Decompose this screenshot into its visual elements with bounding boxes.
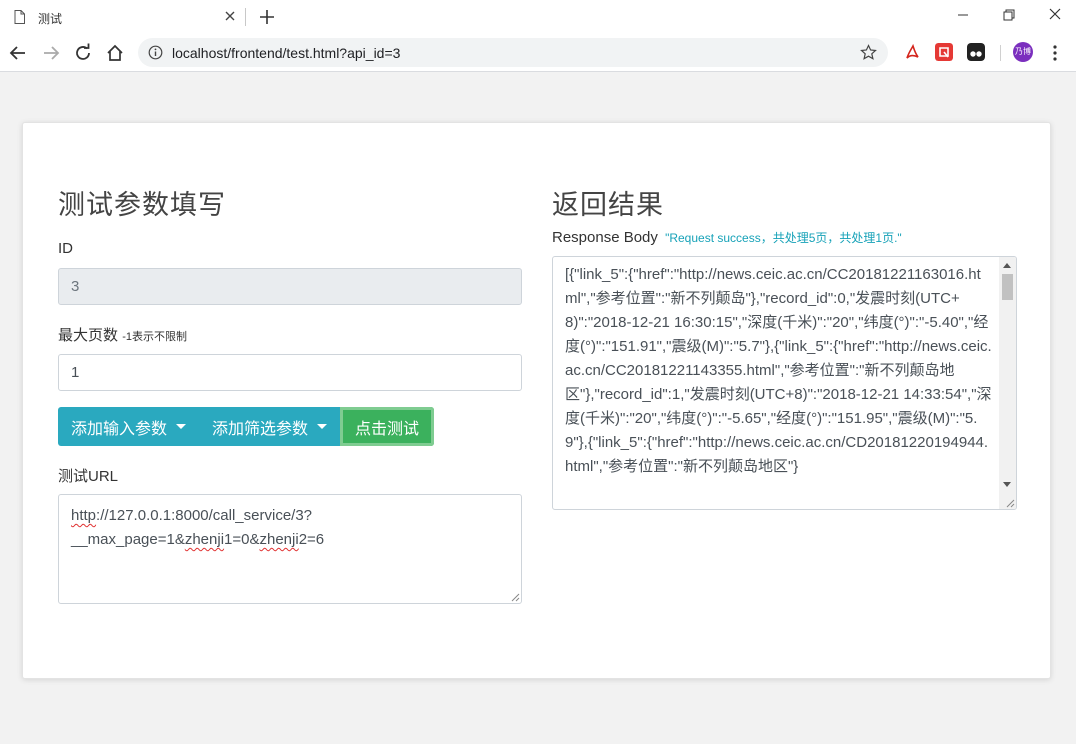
url-query-text: 2=6 [298,531,325,548]
tab-title: 测试 [38,12,63,26]
url-query-text: __max_page=1& [71,531,185,548]
resize-grip-icon[interactable] [1005,498,1015,508]
info-icon[interactable] [148,45,163,60]
test-url-label: 测试URL [58,468,119,485]
max-page-label: 最大页数 -1表示不限制 [58,324,187,345]
caret-down-icon [317,424,328,429]
add-filter-param-label: 添加筛选参数 [212,420,309,438]
response-label-text: Response Body [552,229,658,246]
address-bar[interactable]: localhost/frontend/test.html?api_id=3 [138,38,888,67]
url-text[interactable]: localhost/frontend/test.html?api_id=3 [172,45,400,61]
close-window-icon[interactable] [1045,6,1065,24]
url-param-word: zhenji [184,531,225,548]
main-card: 测试参数填写 ID 3 最大页数 -1表示不限制 1 添加输入参数 添加筛选参数… [22,122,1051,679]
url-path-text: ://127.0.0.1:8000/call_service/3? [96,507,313,524]
forward-arrow-icon[interactable] [40,42,62,64]
profile-avatar[interactable]: 乃博 [1013,42,1033,62]
browser-menu-icon[interactable] [1048,43,1062,63]
response-body-text: [{"link_5":{"href":"http://news.ceic.ac.… [565,266,992,475]
url-query-text: 1=0& [224,531,260,548]
pdf-extension-icon[interactable] [903,43,921,61]
max-page-label-text: 最大页数 [58,327,119,344]
close-tab-icon[interactable] [223,9,237,23]
translate-extension-icon[interactable] [935,43,953,61]
test-url-textarea[interactable]: http://127.0.0.1:8000/call_service/3? __… [58,494,522,604]
browser-tab[interactable]: 测试 [0,0,246,34]
add-filter-param-button[interactable]: 添加筛选参数 [199,407,341,446]
caret-down-icon [176,424,187,429]
add-input-param-label: 添加输入参数 [71,420,168,438]
params-heading: 测试参数填写 [58,190,226,220]
scroll-down-arrow-icon[interactable] [1003,482,1011,487]
tab-strip: 测试 [0,0,1076,34]
new-tab-icon[interactable] [258,8,276,26]
reload-icon[interactable] [72,42,94,64]
response-label: Response Body "Request success，共处理5页，共处理… [552,229,902,246]
restore-icon[interactable] [999,6,1019,24]
resize-grip-icon[interactable] [510,592,520,602]
minimize-icon[interactable] [953,6,973,24]
url-param-word: zhenji [259,531,299,548]
id-label: ID [58,240,73,257]
home-icon[interactable] [104,42,126,64]
result-heading: 返回结果 [552,190,664,220]
max-page-hint: -1表示不限制 [122,331,187,343]
response-scrollbar[interactable] [999,257,1016,509]
back-arrow-icon[interactable] [7,42,29,64]
tab-divider [245,8,246,26]
document-icon [14,10,25,24]
run-test-button[interactable]: 点击测试 [340,407,435,446]
response-body-textarea[interactable]: [{"link_5":{"href":"http://news.ceic.ac.… [552,256,1017,510]
tampermonkey-extension-icon[interactable] [967,43,985,61]
action-button-group: 添加输入参数 添加筛选参数 点击测试 [58,407,435,446]
url-scheme-text: http [71,507,97,524]
id-input[interactable]: 3 [58,268,522,305]
browser-toolbar: localhost/frontend/test.html?api_id=3 乃博 [0,34,1076,72]
response-status: "Request success，共处理5页，共处理1页." [665,231,902,245]
bookmark-star-icon[interactable] [860,44,877,61]
max-page-input[interactable]: 1 [58,354,522,391]
scroll-up-arrow-icon[interactable] [1003,263,1011,268]
scroll-thumb[interactable] [1002,274,1013,300]
add-input-param-button[interactable]: 添加输入参数 [58,407,200,446]
extension-divider [1000,45,1001,61]
